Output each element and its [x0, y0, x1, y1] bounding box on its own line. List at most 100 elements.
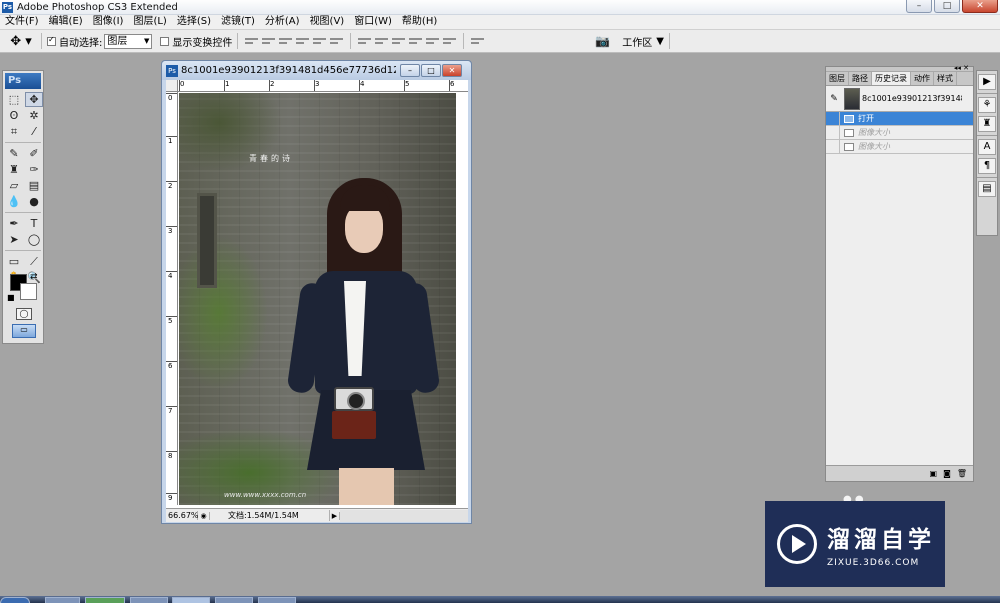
workspace-button[interactable]: 工作区 ▼: [622, 34, 664, 49]
distribute-left-icon[interactable]: [409, 35, 423, 48]
history-item[interactable]: 图像大小: [826, 126, 973, 140]
status-icon[interactable]: ◉: [198, 511, 210, 520]
history-source-checkbox[interactable]: [826, 126, 840, 139]
taskbar-item[interactable]: [85, 597, 125, 603]
minimize-icon[interactable]: –: [400, 64, 420, 77]
ruler-origin[interactable]: [166, 80, 178, 92]
show-transform-checkbox[interactable]: [160, 36, 170, 46]
gradient-tool-icon[interactable]: ▤: [25, 178, 43, 193]
healing-brush-tool-icon[interactable]: ✎: [5, 146, 23, 161]
menu-select[interactable]: 选择(S): [172, 15, 216, 29]
slice-tool-icon[interactable]: ⁄: [25, 124, 43, 139]
auto-align-icon[interactable]: [471, 35, 485, 48]
history-item[interactable]: 图像大小: [826, 140, 973, 154]
brushes-icon[interactable]: ⚘: [978, 97, 996, 113]
paragraph-icon[interactable]: ¶: [978, 158, 996, 174]
auto-select-checkbox[interactable]: [47, 35, 56, 46]
marquee-tool-icon[interactable]: ⬚: [5, 92, 23, 107]
panel-collapse-icon[interactable]: ◂◂ ✕: [954, 64, 969, 72]
photo-canvas[interactable]: 青春的诗 www.www.xxxx.com.cn: [179, 93, 456, 505]
swap-colors-icon[interactable]: ⇄: [30, 272, 38, 282]
blur-tool-icon[interactable]: 💧: [5, 194, 23, 209]
history-source-checkbox[interactable]: [826, 112, 840, 125]
auto-select-dropdown[interactable]: 图层: [104, 33, 153, 49]
pen-tool-icon[interactable]: ✒: [5, 216, 23, 231]
align-left-icon[interactable]: [296, 35, 310, 48]
history-source-checkbox[interactable]: [826, 140, 840, 153]
tab-history[interactable]: 历史记录: [872, 72, 911, 85]
move-tool-icon[interactable]: ✥: [25, 92, 43, 107]
camera-icon[interactable]: 📷: [595, 34, 610, 48]
maximize-icon[interactable]: □: [421, 64, 441, 77]
menu-view[interactable]: 视图(V): [305, 15, 350, 29]
distribute-top-icon[interactable]: [358, 35, 372, 48]
tab-styles[interactable]: 样式: [934, 72, 957, 85]
new-document-from-state-icon[interactable]: ▣: [930, 469, 938, 478]
menu-image[interactable]: 图像(I): [88, 15, 129, 29]
align-top-icon[interactable]: [245, 35, 259, 48]
taskbar-item[interactable]: [215, 597, 253, 603]
new-snapshot-icon[interactable]: ◙: [943, 469, 951, 478]
menu-edit[interactable]: 编辑(E): [44, 15, 88, 29]
start-button[interactable]: [0, 597, 30, 603]
tab-layers[interactable]: 图层: [826, 72, 849, 85]
history-brush-tool-icon[interactable]: ✑: [25, 162, 43, 177]
close-icon[interactable]: ✕: [962, 0, 998, 13]
path-selection-tool-icon[interactable]: ➤: [5, 232, 23, 247]
align-hcenter-icon[interactable]: [313, 35, 327, 48]
distribute-bottom-icon[interactable]: [392, 35, 406, 48]
align-vcenter-icon[interactable]: [262, 35, 276, 48]
zoom-level[interactable]: 66.67%: [166, 511, 199, 520]
clone-stamp-tool-icon[interactable]: ♜: [5, 162, 23, 177]
quick-mask-icon[interactable]: ◯: [16, 308, 32, 320]
distribute-hcenter-icon[interactable]: [426, 35, 440, 48]
horizontal-ruler[interactable]: 0 1 2 3 4 5 6: [178, 80, 468, 92]
magic-wand-tool-icon[interactable]: ✲: [25, 108, 43, 123]
taskbar-item[interactable]: [258, 597, 296, 603]
type-tool-icon[interactable]: T: [25, 216, 43, 231]
history-snapshot[interactable]: ✎ 8c1001e93901213f39148...: [826, 86, 973, 112]
navigator-icon[interactable]: ▶: [978, 74, 996, 90]
shape-tool-icon[interactable]: ◯: [25, 232, 43, 247]
crop-tool-icon[interactable]: ⌗: [5, 124, 23, 139]
brush-tool-icon[interactable]: ✐: [25, 146, 43, 161]
menu-analysis[interactable]: 分析(A): [260, 15, 305, 29]
horizontal-scrollbar[interactable]: [340, 509, 468, 522]
distribute-right-icon[interactable]: [443, 35, 457, 48]
align-right-icon[interactable]: [330, 35, 344, 48]
screen-mode-icon[interactable]: ▭: [12, 324, 36, 338]
dodge-tool-icon[interactable]: ●: [25, 194, 43, 209]
document-title-bar[interactable]: Ps 8c1001e93901213f391481d456e77736d12f2…: [162, 61, 471, 80]
move-tool-preset-picker[interactable]: ✥ ▾: [6, 32, 36, 50]
close-icon[interactable]: ✕: [442, 64, 462, 77]
background-color-swatch[interactable]: [20, 283, 37, 300]
lasso-tool-icon[interactable]: ʘ: [5, 108, 23, 123]
panel-grip[interactable]: ◂◂ ✕: [826, 64, 973, 72]
maximize-icon[interactable]: □: [934, 0, 960, 13]
eraser-tool-icon[interactable]: ▱: [5, 178, 23, 193]
notes-tool-icon[interactable]: ▭: [5, 254, 23, 269]
history-item[interactable]: 打开: [826, 112, 973, 126]
status-menu-arrow-icon[interactable]: ▶: [330, 511, 340, 520]
default-colors-icon[interactable]: ■: [7, 293, 15, 302]
layer-comps-icon[interactable]: ▤: [978, 181, 996, 197]
tab-actions[interactable]: 动作: [911, 72, 934, 85]
character-icon[interactable]: A: [978, 139, 996, 155]
distribute-vcenter-icon[interactable]: [375, 35, 389, 48]
tab-paths[interactable]: 路径: [849, 72, 872, 85]
align-bottom-icon[interactable]: [279, 35, 293, 48]
menu-layer[interactable]: 图层(L): [128, 15, 171, 29]
menu-file[interactable]: 文件(F): [0, 15, 44, 29]
taskbar-item[interactable]: [45, 597, 80, 603]
taskbar-item[interactable]: [130, 597, 168, 603]
menu-filter[interactable]: 滤镜(T): [216, 15, 260, 29]
taskbar-item[interactable]: [172, 597, 210, 603]
trash-icon[interactable]: 🗑: [957, 469, 967, 478]
vertical-ruler[interactable]: 0 1 2 3 4 5 6 7 8 9: [166, 92, 178, 505]
eyedropper-tool-icon[interactable]: ⟋: [25, 254, 43, 269]
history-brush-source-icon[interactable]: ✎: [826, 94, 842, 104]
menu-window[interactable]: 窗口(W): [349, 15, 397, 29]
clone-source-icon[interactable]: ♜: [978, 116, 996, 132]
menu-help[interactable]: 帮助(H): [397, 15, 442, 29]
minimize-icon[interactable]: –: [906, 0, 932, 13]
